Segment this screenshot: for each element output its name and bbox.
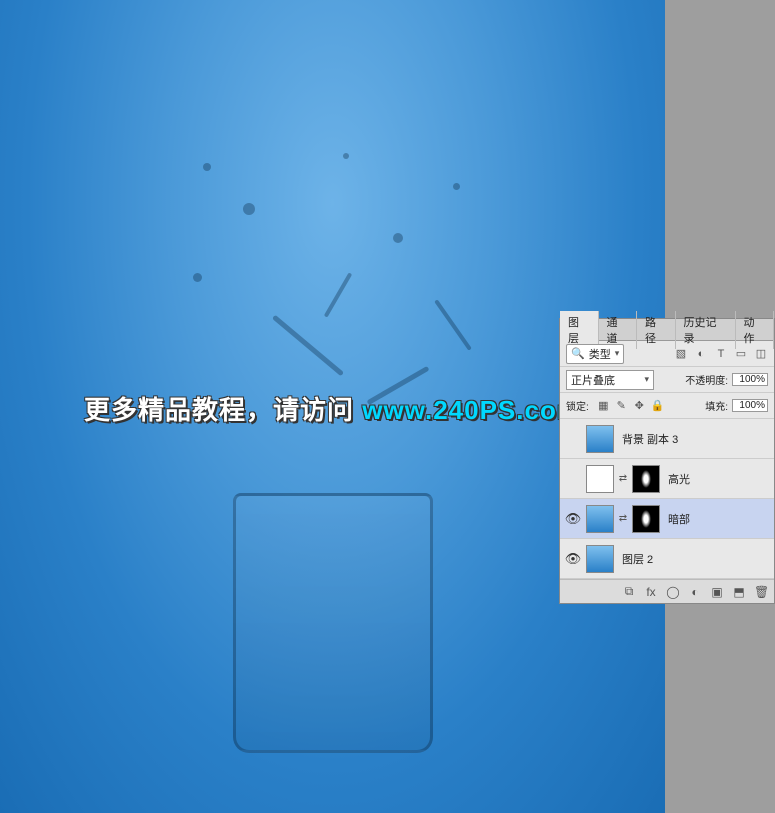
fill-label: 填充: — [705, 398, 728, 413]
link-layers-icon[interactable]: ⧉ — [622, 584, 636, 599]
layer-item[interactable]: 👁 图层 2 — [560, 539, 774, 579]
link-icon[interactable]: ⇄ — [618, 513, 628, 524]
tab-history[interactable]: 历史记录 — [676, 311, 736, 349]
blend-mode-select[interactable]: 正片叠底 ▾ — [566, 370, 654, 390]
blend-row: 正片叠底 ▾ 不透明度: 100% — [560, 367, 774, 393]
filter-adjust-icon[interactable]: ◐ — [694, 347, 708, 361]
lock-label: 锁定: — [566, 398, 589, 413]
filter-text-icon[interactable]: T — [714, 347, 728, 361]
panel-tabs: 图层 通道 路径 历史记录 动作 — [560, 319, 774, 341]
tab-actions[interactable]: 动作 — [736, 311, 775, 349]
layer-name-label[interactable]: 暗部 — [668, 511, 690, 527]
kind-filter-select[interactable]: 🔍 类型 ▾ — [566, 344, 624, 364]
layer-item[interactable]: 👁 ⇄ 暗部 — [560, 499, 774, 539]
layer-item[interactable]: ⇄ 高光 — [560, 459, 774, 499]
chevron-down-icon: ▾ — [644, 374, 649, 385]
mask-thumbnail[interactable] — [632, 465, 660, 493]
link-icon[interactable]: ⇄ — [618, 473, 628, 484]
trash-icon[interactable]: 🗑 — [754, 585, 768, 599]
lock-icons: ▦ ✎ ✥ 🔒 — [597, 399, 664, 412]
layer-thumbnail[interactable] — [586, 505, 614, 533]
folder-icon[interactable]: ▣ — [710, 585, 724, 599]
fx-icon[interactable]: fx — [644, 585, 658, 599]
opacity-input[interactable]: 100% — [732, 373, 768, 386]
layer-thumbnail[interactable] — [586, 465, 614, 493]
layer-name-label[interactable]: 高光 — [668, 471, 690, 487]
filter-smart-icon[interactable]: ◫ — [754, 347, 768, 361]
panel-footer: ⧉ fx ◯ ◐ ▣ ⬒ 🗑 — [560, 579, 774, 603]
blend-mode-value: 正片叠底 — [571, 372, 615, 388]
mask-icon[interactable]: ◯ — [666, 585, 680, 599]
layer-name-label[interactable]: 图层 2 — [622, 551, 653, 567]
layer-name-label[interactable]: 背景 副本 3 — [622, 431, 678, 447]
layer-item[interactable]: 背景 副本 3 — [560, 419, 774, 459]
lock-all-icon[interactable]: 🔒 — [651, 399, 664, 412]
layer-thumbnail[interactable] — [586, 425, 614, 453]
opacity-label: 不透明度: — [685, 372, 728, 387]
layer-thumbnail[interactable] — [586, 545, 614, 573]
lock-trans-icon[interactable]: ▦ — [597, 399, 610, 412]
fill-input[interactable]: 100% — [732, 399, 768, 412]
search-icon: 🔍 — [571, 347, 585, 360]
new-layer-icon[interactable]: ⬒ — [732, 585, 746, 599]
kind-label: 类型 — [589, 346, 611, 362]
filter-icons: ▧ ◐ T ▭ ◫ — [674, 347, 768, 361]
water-splash — [143, 143, 523, 563]
layers-panel: 图层 通道 路径 历史记录 动作 🔍 类型 ▾ ▧ ◐ T ▭ ◫ 正片叠底 ▾… — [559, 318, 775, 604]
layer-list: 背景 副本 3 ⇄ 高光 👁 ⇄ 暗部 👁 图层 2 — [560, 419, 774, 579]
watermark-url: www.240PS.com — [362, 395, 581, 425]
tab-paths[interactable]: 路径 — [637, 311, 676, 349]
visibility-toggle[interactable]: 👁 — [564, 551, 582, 567]
lock-move-icon[interactable]: ✥ — [633, 399, 646, 412]
visibility-toggle[interactable]: 👁 — [564, 511, 582, 527]
filter-shape-icon[interactable]: ▭ — [734, 347, 748, 361]
watermark-label: 更多精品教程，请访问 — [84, 395, 362, 425]
mask-thumbnail[interactable] — [632, 505, 660, 533]
filter-image-icon[interactable]: ▧ — [674, 347, 688, 361]
adjustment-icon[interactable]: ◐ — [688, 585, 702, 599]
lock-brush-icon[interactable]: ✎ — [615, 399, 628, 412]
tab-channels[interactable]: 通道 — [599, 311, 638, 349]
lock-row: 锁定: ▦ ✎ ✥ 🔒 填充: 100% — [560, 393, 774, 419]
chevron-down-icon: ▾ — [615, 348, 620, 359]
